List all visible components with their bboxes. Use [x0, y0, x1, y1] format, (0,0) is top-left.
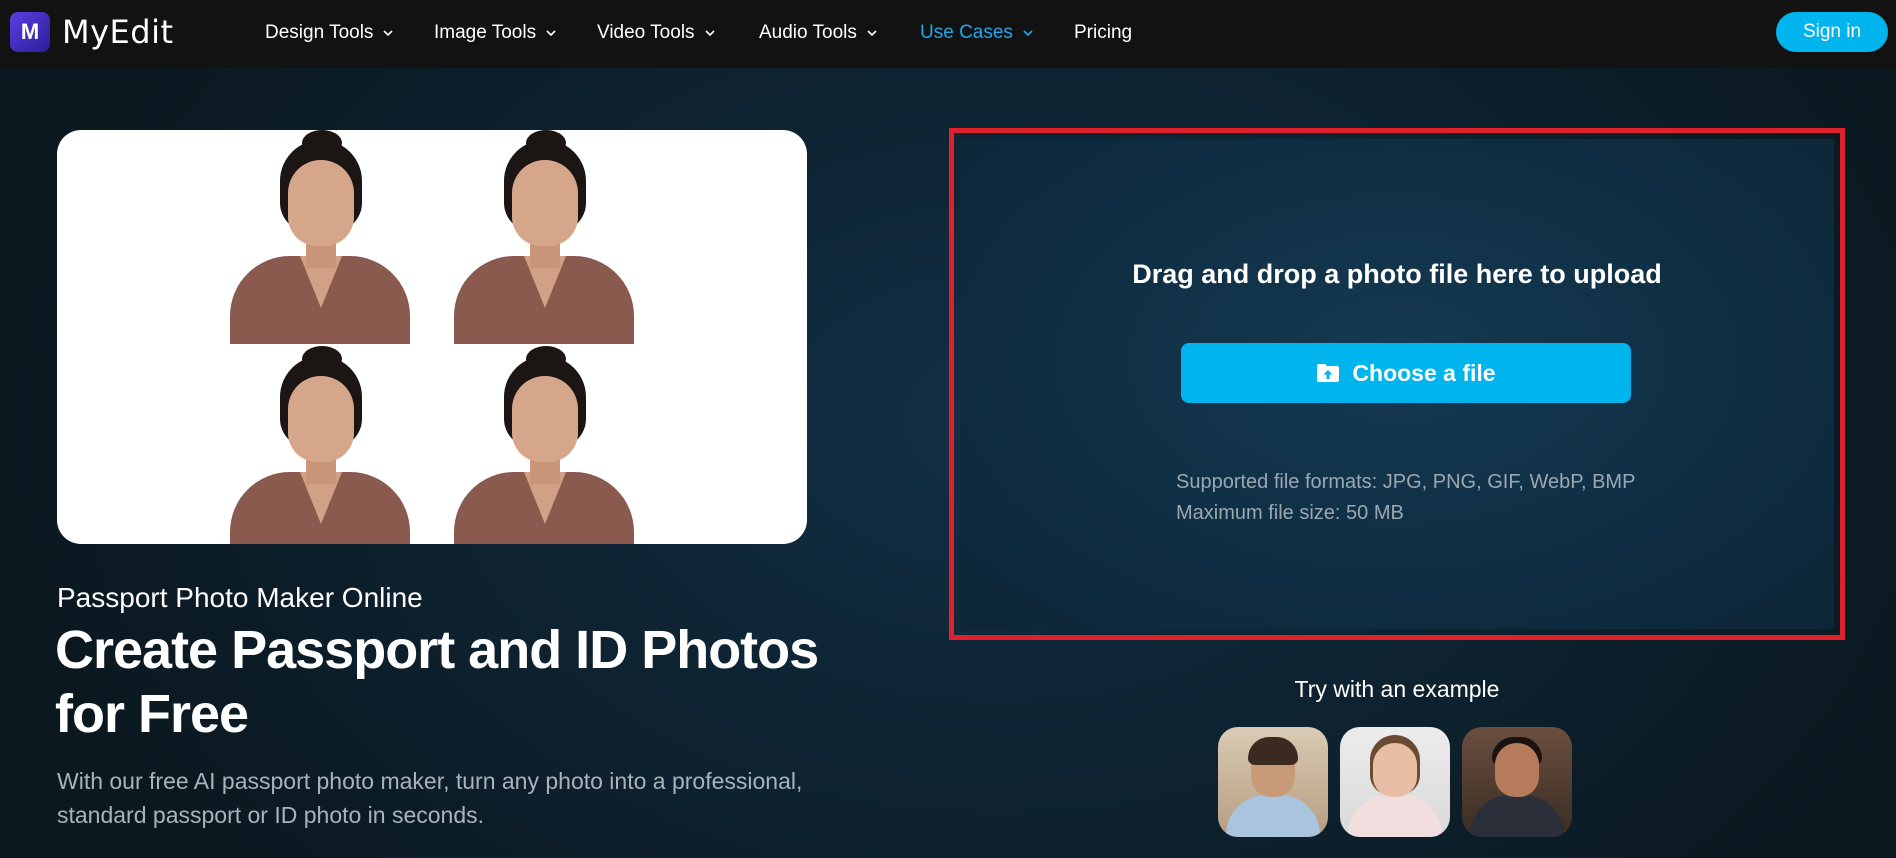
page: M MyEdit Design Tools Image Tools Video …: [0, 0, 1896, 858]
file-requirements: Supported file formats: JPG, PNG, GIF, W…: [1176, 467, 1635, 529]
upload-folder-icon: [1316, 363, 1340, 383]
max-size-text: Maximum file size: 50 MB: [1176, 502, 1404, 524]
sign-in-button[interactable]: Sign in: [1776, 12, 1888, 52]
nav-label: Audio Tools: [759, 22, 857, 43]
passport-portrait: [454, 346, 634, 544]
example-thumbnail-girl[interactable]: [1340, 727, 1450, 837]
nav-image-tools[interactable]: Image Tools: [434, 22, 556, 44]
upload-dropzone[interactable]: Drag and drop a photo file here to uploa…: [960, 139, 1834, 629]
example-thumbnails: [1218, 727, 1572, 837]
hero-subtitle: Passport Photo Maker Online: [57, 582, 423, 613]
nav-label: Use Cases: [920, 22, 1013, 43]
example-thumbnail-man[interactable]: [1218, 727, 1328, 837]
nav-use-cases[interactable]: Use Cases: [920, 22, 1033, 44]
hero-description: With our free AI passport photo maker, t…: [57, 768, 803, 828]
passport-portrait: [230, 346, 410, 544]
logo[interactable]: M MyEdit: [10, 12, 174, 52]
top-nav: M MyEdit Design Tools Image Tools Video …: [0, 0, 1896, 68]
logo-icon: M: [10, 12, 50, 52]
chevron-down-icon: [383, 28, 394, 38]
nav-pricing[interactable]: Pricing: [1074, 22, 1132, 44]
nav-label: Image Tools: [434, 22, 537, 43]
brand-name: MyEdit: [62, 13, 174, 51]
upload-dropzone-highlight: Drag and drop a photo file here to uploa…: [949, 128, 1845, 640]
nav-audio-tools[interactable]: Audio Tools: [759, 22, 877, 44]
chevron-down-icon: [1023, 28, 1033, 38]
example-thumbnail-woman[interactable]: [1462, 727, 1572, 837]
nav-design-tools[interactable]: Design Tools: [265, 22, 394, 44]
choose-file-button[interactable]: Choose a file: [1181, 343, 1631, 403]
drag-drop-text: Drag and drop a photo file here to uploa…: [1132, 259, 1662, 289]
page-title: Create Passport and ID Photos for Free: [55, 620, 819, 744]
nav-label: Video Tools: [597, 22, 695, 43]
nav-label: Pricing: [1074, 22, 1133, 43]
chevron-down-icon: [546, 28, 556, 38]
nav-label: Design Tools: [265, 22, 374, 43]
nav-video-tools[interactable]: Video Tools: [597, 22, 715, 44]
chevron-down-icon: [867, 28, 877, 38]
supported-formats-text: Supported file formats: JPG, PNG, GIF, W…: [1176, 471, 1636, 493]
passport-portrait: [454, 130, 634, 344]
choose-file-label: Choose a file: [1352, 359, 1496, 386]
hero-image: [57, 130, 807, 544]
chevron-down-icon: [704, 28, 715, 38]
try-example-label: Try with an example: [1294, 676, 1500, 702]
passport-portrait: [230, 130, 410, 344]
